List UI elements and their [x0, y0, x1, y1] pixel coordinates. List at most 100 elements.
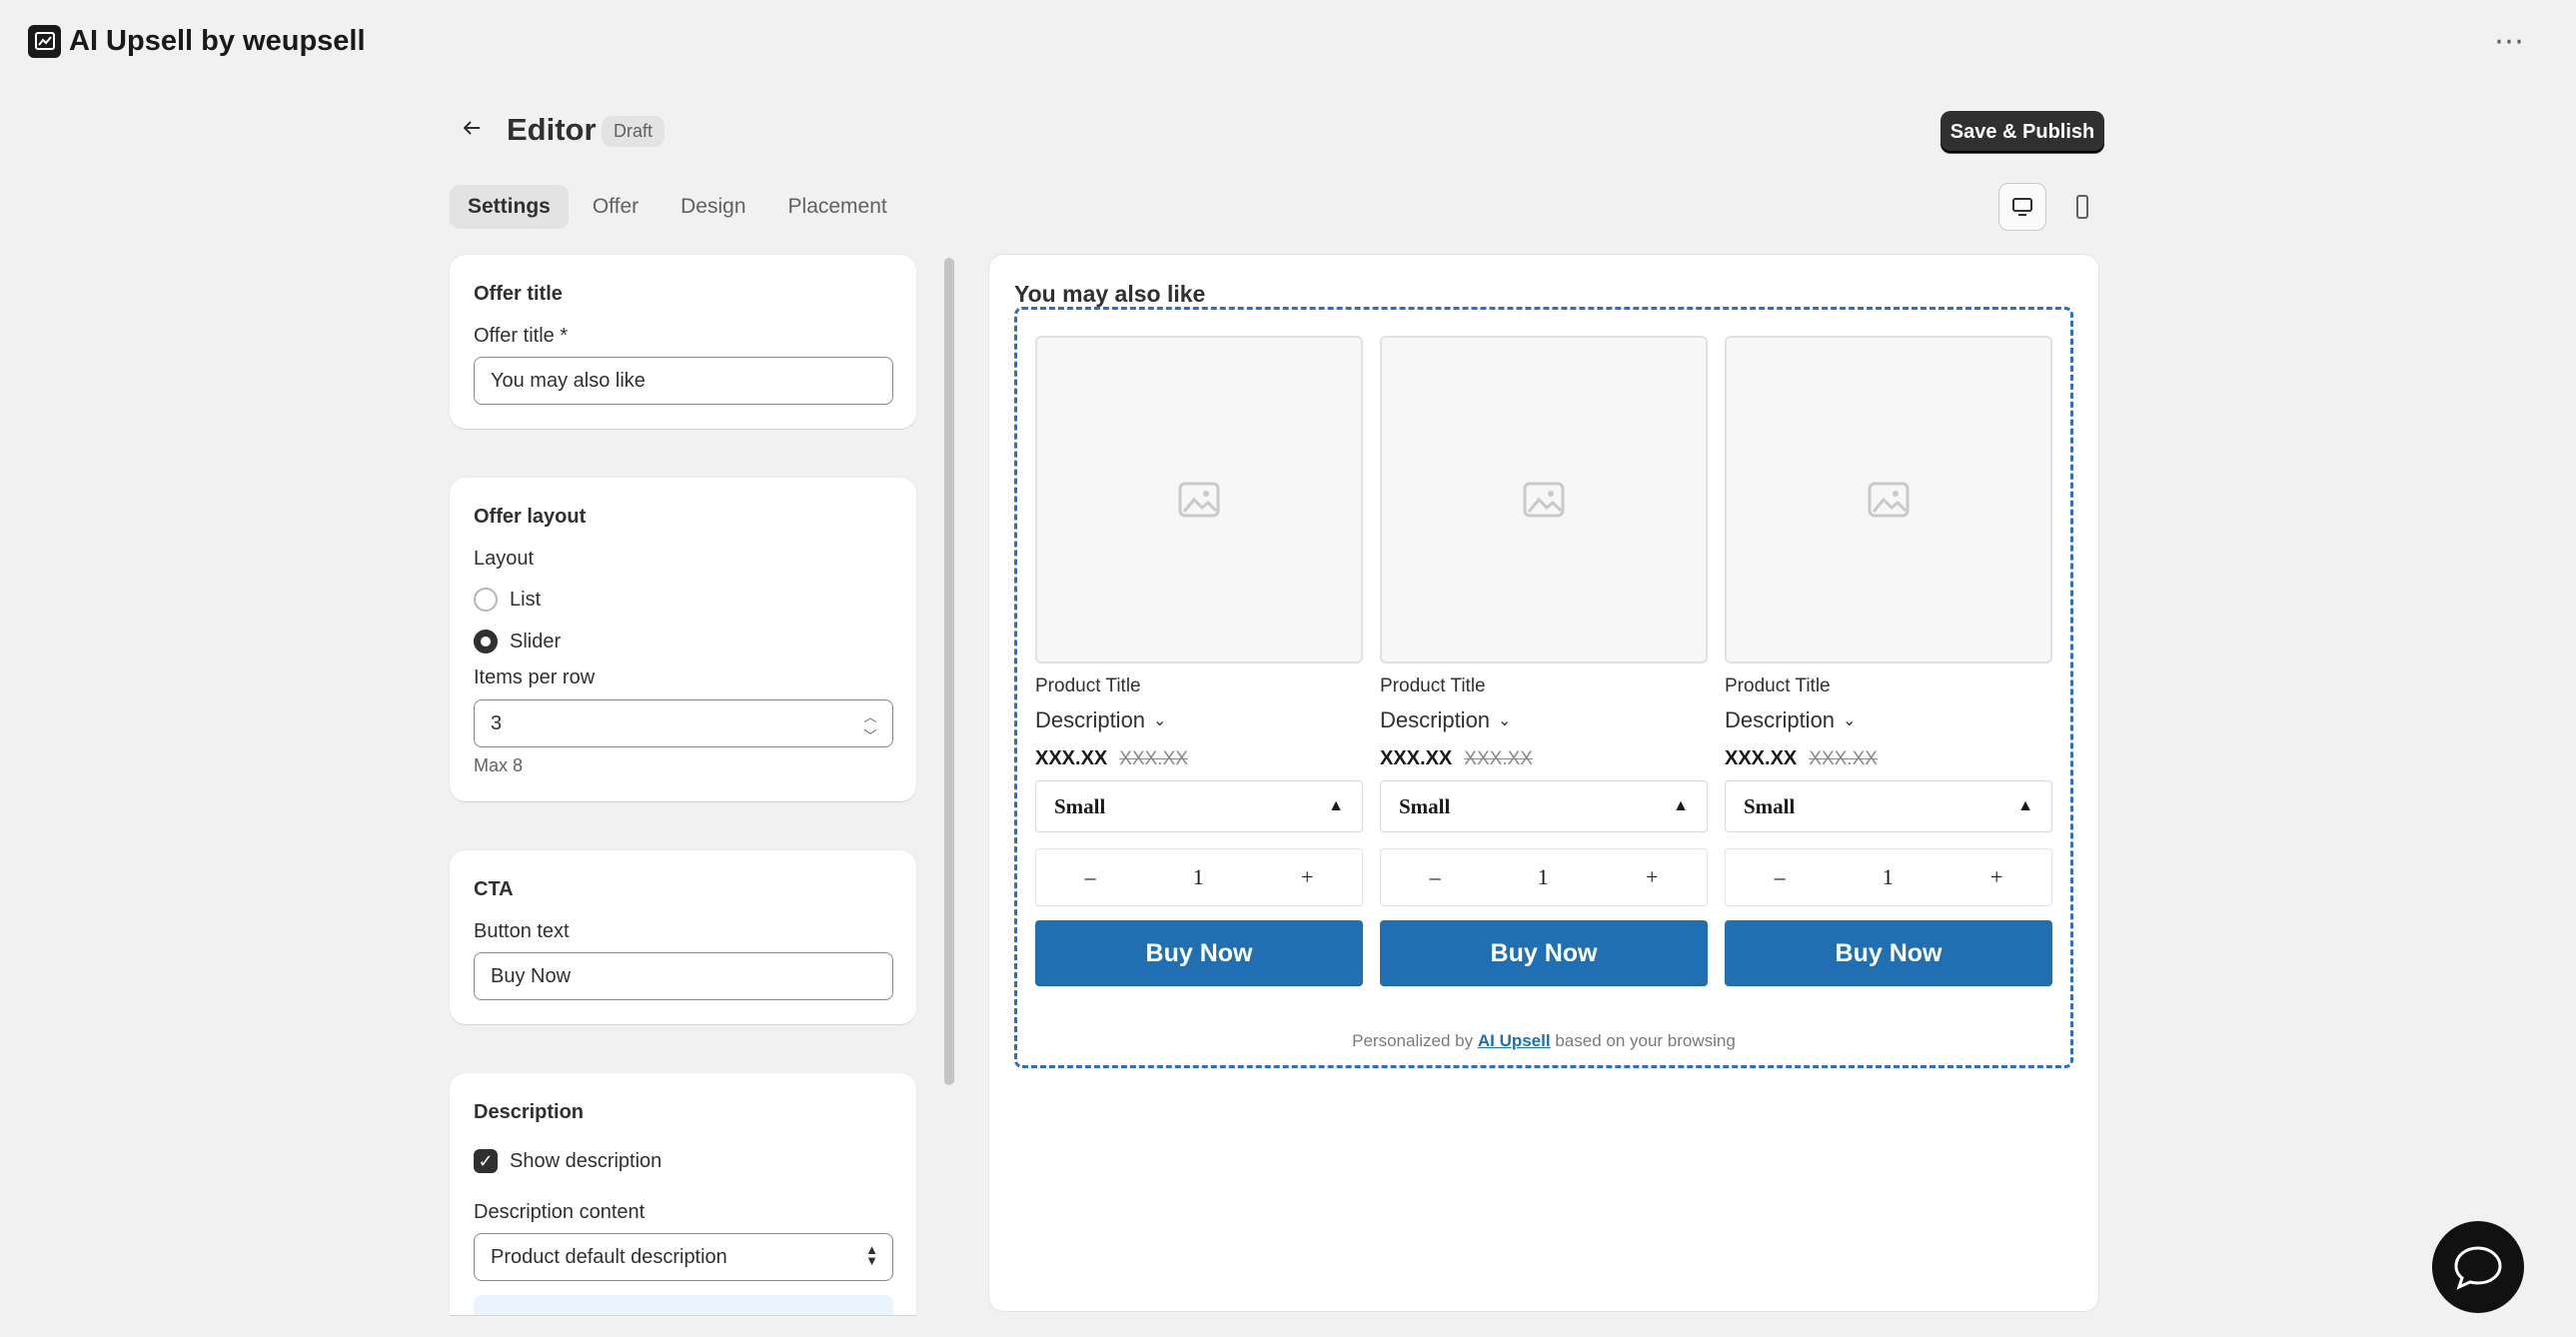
tab-settings[interactable]: Settings [450, 185, 569, 229]
image-icon [1868, 482, 1910, 518]
chevron-down-icon[interactable]: ﹀ [863, 725, 876, 744]
footer-suffix: based on your browsing [1555, 1031, 1736, 1050]
desktop-preview-button[interactable] [1998, 183, 2046, 231]
save-publish-button[interactable]: Save & Publish [1940, 111, 2104, 153]
product-title: Product Title [1725, 675, 1831, 696]
items-per-row-value: 3 [491, 711, 503, 734]
offer-widget-preview[interactable]: Product Title Description ⌄ XXX.XX XXX.XX … [1014, 307, 2073, 1068]
image-icon [1523, 482, 1565, 518]
right-edge [2556, 0, 2576, 1337]
variant-select[interactable]: Small ▲ [1380, 780, 1708, 832]
product-card: Product Title Description ⌄ XXX.XX XXX.XX … [1380, 336, 1708, 986]
caret-up-icon: ▲ [2017, 797, 2033, 814]
card-heading: Offer layout [474, 506, 587, 528]
offer-title-input[interactable]: You may also like [474, 357, 893, 405]
items-per-row-input[interactable]: 3 ︿ ﹀ [474, 699, 893, 747]
layout-label: Layout [474, 548, 535, 570]
radio-list-label: List [510, 589, 542, 611]
product-image-placeholder [1035, 336, 1363, 664]
product-title: Product Title [1035, 675, 1141, 696]
more-horizontal-icon[interactable]: ⋯ [2494, 24, 2526, 59]
price-current: XXX.XX [1380, 747, 1453, 769]
radio-list[interactable] [474, 588, 498, 612]
button-text-input[interactable]: Buy Now [474, 952, 893, 1000]
app-title: AI Upsell by weupsell [69, 24, 366, 57]
qty-plus-button[interactable]: + [1301, 864, 1313, 890]
price-compare: XXX.XX [1464, 748, 1533, 769]
offer-title-card: Offer title Offer title * You may also l… [450, 255, 916, 429]
product-description-toggle[interactable]: Description ⌄ [1380, 707, 1708, 733]
footer-prefix: Personalized by [1352, 1031, 1474, 1050]
items-per-row-label: Items per row [474, 667, 596, 688]
chat-bubble-icon [2454, 1246, 2502, 1290]
card-heading: Description [474, 1101, 585, 1123]
product-description-toggle[interactable]: Description ⌄ [1035, 707, 1363, 733]
price-compare: XXX.XX [1809, 748, 1878, 769]
product-card: Product Title Description ⌄ XXX.XX XXX.XX … [1035, 336, 1363, 986]
product-image-placeholder [1380, 336, 1708, 664]
tab-placement[interactable]: Placement [770, 185, 905, 229]
chevron-down-icon: ⌄ [1498, 712, 1512, 729]
qty-plus-button[interactable]: + [1646, 864, 1658, 890]
info-banner [474, 1295, 893, 1315]
personalized-note: Personalized by AI Upsell based on your … [1017, 1031, 2070, 1051]
product-image-placeholder [1725, 336, 2052, 664]
status-badge: Draft [602, 116, 665, 147]
variant-select[interactable]: Small ▲ [1035, 780, 1363, 832]
mobile-icon [2076, 195, 2088, 219]
variant-value: Small [1054, 793, 1106, 818]
qty-plus-button[interactable]: + [1990, 864, 2002, 890]
preview-offer-title: You may also like [1014, 281, 1206, 307]
chevron-up-icon[interactable]: ︿ [863, 706, 876, 725]
product-price: XXX.XX XXX.XX [1035, 747, 1363, 770]
chat-button[interactable] [2432, 1221, 2524, 1313]
product-description-toggle[interactable]: Description ⌄ [1725, 707, 2052, 733]
items-hint: Max 8 [474, 755, 524, 775]
show-description-checkbox[interactable]: ✓ [474, 1149, 498, 1173]
product-card: Product Title Description ⌄ XXX.XX XXX.XX … [1725, 336, 2052, 986]
qty-minus-button[interactable]: – [1085, 864, 1096, 890]
select-arrows-icon: ▲ ▼ [865, 1242, 878, 1268]
quantity-stepper: – 1 + [1035, 848, 1363, 906]
price-current: XXX.XX [1035, 747, 1108, 769]
buy-now-button[interactable]: Buy Now [1035, 920, 1363, 986]
product-description-label: Description [1380, 707, 1491, 732]
qty-minus-button[interactable]: – [1430, 864, 1441, 890]
app-logo-icon [28, 24, 61, 58]
chevron-down-icon: ⌄ [1843, 712, 1857, 729]
settings-scrollbar[interactable] [944, 258, 954, 1085]
product-description-label: Description [1035, 707, 1146, 732]
product-description-label: Description [1725, 707, 1836, 732]
cta-card: CTA Button text Buy Now [450, 850, 916, 1024]
qty-value[interactable]: 1 [1193, 864, 1204, 890]
buy-now-button[interactable]: Buy Now [1380, 920, 1708, 986]
product-title: Product Title [1380, 675, 1486, 696]
preview-panel: You may also like Product Title Descript… [989, 255, 2098, 1311]
number-stepper[interactable]: ︿ ﹀ [858, 706, 882, 743]
qty-value[interactable]: 1 [1538, 864, 1549, 890]
image-icon [1178, 482, 1220, 518]
price-compare: XXX.XX [1119, 748, 1188, 769]
variant-value: Small [1744, 793, 1796, 818]
price-current: XXX.XX [1725, 747, 1798, 769]
qty-minus-button[interactable]: – [1775, 864, 1786, 890]
variant-value: Small [1399, 793, 1451, 818]
card-heading: Offer title [474, 283, 563, 305]
tab-offer[interactable]: Offer [575, 185, 656, 229]
show-description-label: Show description [510, 1150, 662, 1172]
page-title: Editor [507, 112, 597, 147]
ai-upsell-link[interactable]: AI Upsell [1478, 1031, 1551, 1050]
mobile-preview-button[interactable] [2058, 183, 2106, 231]
buy-now-button[interactable]: Buy Now [1725, 920, 2052, 986]
card-heading: CTA [474, 878, 514, 900]
qty-value[interactable]: 1 [1883, 864, 1894, 890]
radio-slider[interactable] [474, 630, 498, 654]
back-arrow-icon[interactable] [460, 116, 488, 144]
description-content-select[interactable]: Product default description ▲ ▼ [474, 1233, 893, 1281]
variant-select[interactable]: Small ▲ [1725, 780, 2052, 832]
field-label: Offer title * [474, 325, 569, 347]
tab-design[interactable]: Design [662, 185, 763, 229]
caret-up-icon: ▲ [1673, 797, 1689, 814]
quantity-stepper: – 1 + [1725, 848, 2052, 906]
quantity-stepper: – 1 + [1380, 848, 1708, 906]
